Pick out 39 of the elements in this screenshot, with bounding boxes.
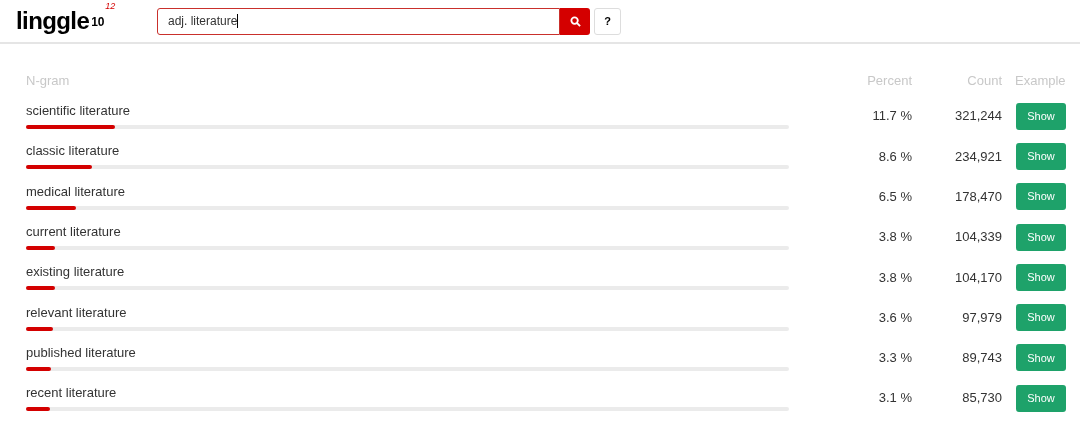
ngram-text: classic literature xyxy=(26,143,120,160)
search-icon xyxy=(569,15,581,27)
percent-text: 3.8 % xyxy=(877,268,912,287)
show-button[interactable]: Show xyxy=(1016,102,1066,130)
count-text: 89,743 xyxy=(961,349,1002,368)
show-button[interactable]: Show xyxy=(1016,384,1066,412)
percent-text: 11.7 % xyxy=(871,107,912,126)
ngram-text: published literature xyxy=(26,344,136,361)
percent-text: 3.6 % xyxy=(877,308,912,327)
search-button[interactable] xyxy=(560,7,590,35)
logo-text: linggle xyxy=(16,9,90,33)
count-text: 178,470 xyxy=(954,188,1002,206)
ngram-text: scientific literature xyxy=(26,103,131,120)
help-button[interactable]: ? xyxy=(594,7,621,35)
logo-superscript: 10 xyxy=(91,15,105,29)
percent-text: 3.1 % xyxy=(877,389,912,408)
count-text: 85,730 xyxy=(961,389,1002,408)
count-text: 321,244 xyxy=(954,107,1002,126)
percent-text: 8.6 % xyxy=(877,147,912,166)
show-button[interactable]: Show xyxy=(1016,304,1066,332)
show-button[interactable]: Show xyxy=(1016,142,1066,170)
search-field[interactable]: adj. literature xyxy=(157,7,560,35)
count-text: 234,921 xyxy=(954,147,1002,166)
count-text: 97,979 xyxy=(961,308,1002,327)
ngram-text: existing literature xyxy=(26,264,125,281)
logo-exponent: 12 xyxy=(105,2,116,11)
count-text: 104,170 xyxy=(954,268,1002,287)
ngram-text: current literature xyxy=(26,224,121,241)
count-text: 104,339 xyxy=(954,228,1002,247)
ngram-text: relevant literature xyxy=(26,304,127,321)
ngram-text: medical literature xyxy=(26,183,125,200)
show-button[interactable]: Show xyxy=(1016,183,1066,211)
show-button[interactable]: Show xyxy=(1016,263,1066,291)
percent-text: 3.3 % xyxy=(877,349,912,368)
ngram-text: recent literature xyxy=(26,385,117,402)
percent-text: 3.8 % xyxy=(877,228,912,247)
show-button[interactable]: Show xyxy=(1016,344,1066,372)
percent-text: 6.5 % xyxy=(877,188,912,206)
show-button[interactable]: Show xyxy=(1016,223,1066,251)
